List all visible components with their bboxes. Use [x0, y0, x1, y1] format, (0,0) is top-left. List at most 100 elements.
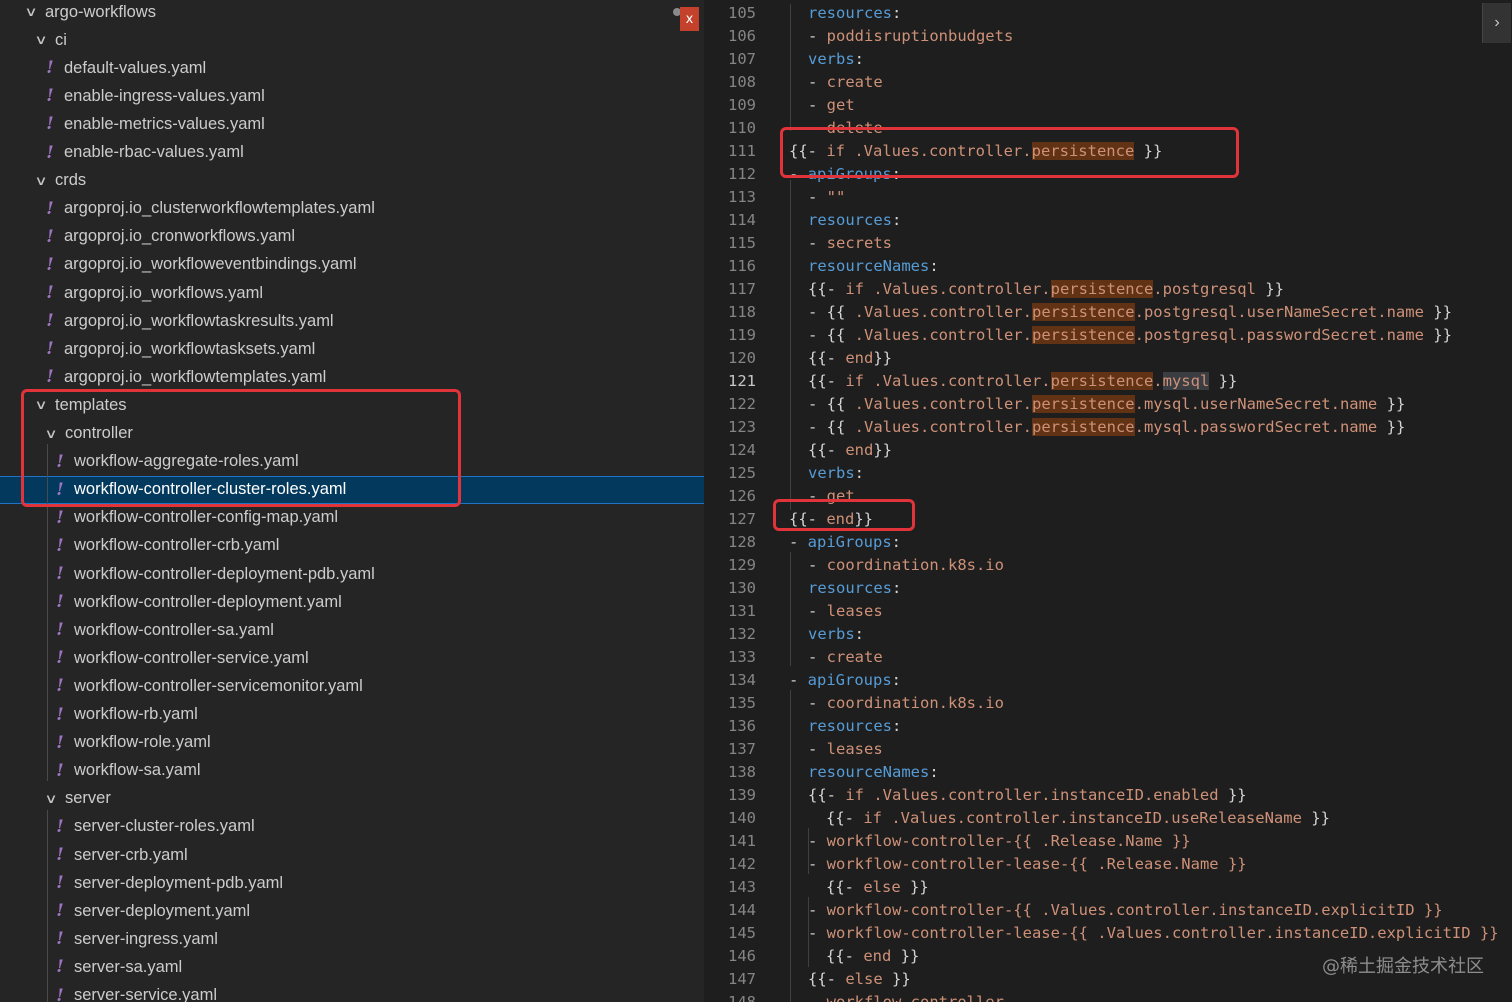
- code-line[interactable]: 139 {{- if .Values.controller.instanceID.…: [704, 783, 1512, 806]
- file-argoproj-io-cronworkflows-yaml[interactable]: ! argoproj.io_cronworkflows.yaml: [0, 223, 704, 251]
- code-token: -: [808, 900, 827, 919]
- code-text: - leases: [808, 602, 883, 620]
- code-line[interactable]: 148 - workflow-controller: [704, 990, 1512, 1002]
- line-number: 127: [728, 509, 756, 528]
- code-token: secrets: [826, 233, 892, 252]
- close-badge[interactable]: x: [680, 7, 699, 31]
- scroll-right-button[interactable]: ›: [1482, 3, 1511, 43]
- code-line[interactable]: 126 - get: [704, 484, 1512, 507]
- file-workflow-controller-deployment-pdb-yaml[interactable]: ! workflow-controller-deployment-pdb.yaml: [0, 560, 704, 588]
- code-line[interactable]: 143 {{- else }}: [704, 875, 1512, 898]
- code-text: - "": [808, 188, 845, 206]
- yaml-file-icon: !: [56, 901, 64, 922]
- file-argoproj-io-workfloweventbindings-yaml[interactable]: ! argoproj.io_workfloweventbindings.yaml: [0, 251, 704, 279]
- code-line[interactable]: 124 {{- end}}: [704, 438, 1512, 461]
- file-argoproj-io-clusterworkflowtemplates-yaml[interactable]: ! argoproj.io_clusterworkflowtemplates.ya…: [0, 195, 704, 223]
- code-token: :: [891, 670, 902, 689]
- code-line[interactable]: 122 - {{ .Values.controller.persistence.m…: [704, 392, 1512, 415]
- file-argoproj-io-workflows-yaml[interactable]: ! argoproj.io_workflows.yaml: [0, 279, 704, 307]
- code-line[interactable]: 105 resources:: [704, 1, 1512, 24]
- code-token: .Values.controller.: [854, 325, 1032, 344]
- code-line[interactable]: 107 verbs:: [704, 47, 1512, 70]
- code-text: - delete: [808, 119, 883, 137]
- code-line[interactable]: 127 {{- end}}: [704, 507, 1512, 530]
- file-server-ingress-yaml[interactable]: ! server-ingress.yaml: [0, 925, 704, 953]
- file-argoproj-io-workflowtemplates-yaml[interactable]: ! argoproj.io_workflowtemplates.yaml: [0, 363, 704, 391]
- file-workflow-controller-servicemonitor-yaml[interactable]: ! workflow-controller-servicemonitor.yaml: [0, 672, 704, 700]
- code-line[interactable]: 137 - leases: [704, 737, 1512, 760]
- code-line[interactable]: 132 verbs:: [704, 622, 1512, 645]
- file-workflow-controller-service-yaml[interactable]: ! workflow-controller-service.yaml: [0, 644, 704, 672]
- code-line[interactable]: 128 - apiGroups:: [704, 530, 1512, 553]
- code-token: -: [789, 164, 808, 183]
- code-line[interactable]: 141 - workflow-controller-{{ .Release.Nam…: [704, 829, 1512, 852]
- code-line[interactable]: 109 - get: [704, 93, 1512, 116]
- code-line[interactable]: 120 {{- end}}: [704, 346, 1512, 369]
- code-line[interactable]: 117 {{- if .Values.controller.persistence…: [704, 277, 1512, 300]
- code-text: resources:: [808, 717, 901, 735]
- code-editor[interactable]: 105 resources: 106- poddisruptionbudgets 10…: [704, 0, 1512, 1002]
- file-workflow-rb-yaml[interactable]: ! workflow-rb.yaml: [0, 701, 704, 729]
- folder-ci[interactable]: ∨ ci: [0, 26, 704, 54]
- file-server-crb-yaml[interactable]: ! server-crb.yaml: [0, 841, 704, 869]
- code-line[interactable]: 113 - "": [704, 185, 1512, 208]
- code-line[interactable]: 129 - coordination.k8s.io: [704, 553, 1512, 576]
- code-text: verbs:: [808, 625, 864, 643]
- folder-crds[interactable]: ∨ crds: [0, 167, 704, 195]
- file-argoproj-io-workflowtasksets-yaml[interactable]: ! argoproj.io_workflowtasksets.yaml: [0, 335, 704, 363]
- code-line[interactable]: 123 - {{ .Values.controller.persistence.m…: [704, 415, 1512, 438]
- folder-templates[interactable]: ∨ templates: [0, 391, 704, 419]
- chevron-down-icon: ∨: [34, 397, 48, 413]
- file-workflow-aggregate-roles-yaml[interactable]: ! workflow-aggregate-roles.yaml: [0, 448, 704, 476]
- code-line[interactable]: 115 - secrets: [704, 231, 1512, 254]
- code-token: "": [826, 187, 846, 206]
- code-line[interactable]: 121 {{- if .Values.controller.persistence…: [704, 369, 1512, 392]
- code-line[interactable]: 133 - create: [704, 645, 1512, 668]
- code-line[interactable]: 142 - workflow-controller-lease-{{ .Relea…: [704, 852, 1512, 875]
- file-default-values-yaml[interactable]: ! default-values.yaml: [0, 54, 704, 82]
- code-line[interactable]: 131 - leases: [704, 599, 1512, 622]
- code-line[interactable]: 144 - workflow-controller-{{ .Values.cont…: [704, 898, 1512, 921]
- file-workflow-controller-sa-yaml[interactable]: ! workflow-controller-sa.yaml: [0, 616, 704, 644]
- code-line[interactable]: 145 - workflow-controller-lease-{{ .Value…: [704, 921, 1512, 944]
- code-line[interactable]: 108 - create: [704, 70, 1512, 93]
- code-line[interactable]: 116 resourceNames:: [704, 254, 1512, 277]
- file-enable-metrics-values-yaml[interactable]: ! enable-metrics-values.yaml: [0, 110, 704, 138]
- code-line[interactable]: 125 verbs:: [704, 461, 1512, 484]
- code-token: if .Values.controller.: [845, 371, 1051, 390]
- code-line[interactable]: 134 - apiGroups:: [704, 668, 1512, 691]
- code-line[interactable]: 112 - apiGroups:: [704, 162, 1512, 185]
- file-workflow-sa-yaml[interactable]: ! workflow-sa.yaml: [0, 757, 704, 785]
- code-line[interactable]: 135 - coordination.k8s.io: [704, 691, 1512, 714]
- file-argoproj-io-workflowtaskresults-yaml[interactable]: ! argoproj.io_workflowtaskresults.yaml: [0, 307, 704, 335]
- code-line[interactable]: 140 {{- if .Values.controller.instanceID.…: [704, 806, 1512, 829]
- code-line[interactable]: 138 resourceNames:: [704, 760, 1512, 783]
- code-line[interactable]: 114 resources:: [704, 208, 1512, 231]
- file-server-sa-yaml[interactable]: ! server-sa.yaml: [0, 953, 704, 981]
- code-line[interactable]: 130 resources:: [704, 576, 1512, 599]
- code-line[interactable]: 111 {{- if .Values.controller.persistence…: [704, 139, 1512, 162]
- file-workflow-controller-cluster-roles-yaml[interactable]: ! workflow-controller-cluster-roles.yaml: [0, 475, 704, 504]
- folder-controller[interactable]: ∨ controller: [0, 420, 704, 448]
- code-line[interactable]: 118 - {{ .Values.controller.persistence.p…: [704, 300, 1512, 323]
- file-workflow-controller-config-map-yaml[interactable]: ! workflow-controller-config-map.yaml: [0, 504, 704, 532]
- file-enable-rbac-values-yaml[interactable]: ! enable-rbac-values.yaml: [0, 139, 704, 167]
- code-token: {{-: [826, 877, 864, 896]
- file-server-cluster-roles-yaml[interactable]: ! server-cluster-roles.yaml: [0, 813, 704, 841]
- tree-item-label: server-sa.yaml: [74, 957, 183, 976]
- yaml-file-icon: !: [56, 873, 64, 894]
- code-line[interactable]: 106 - poddisruptionbudgets: [704, 24, 1512, 47]
- file-workflow-role-yaml[interactable]: ! workflow-role.yaml: [0, 729, 704, 757]
- code-token: end: [863, 946, 892, 965]
- folder-server[interactable]: ∨ server: [0, 785, 704, 813]
- code-line[interactable]: 136 resources:: [704, 714, 1512, 737]
- file-server-service-yaml[interactable]: ! server-service.yaml: [0, 982, 704, 1002]
- file-enable-ingress-values-yaml[interactable]: ! enable-ingress-values.yaml: [0, 82, 704, 110]
- file-server-deployment-pdb-yaml[interactable]: ! server-deployment-pdb.yaml: [0, 869, 704, 897]
- file-server-deployment-yaml[interactable]: ! server-deployment.yaml: [0, 897, 704, 925]
- file-workflow-controller-crb-yaml[interactable]: ! workflow-controller-crb.yaml: [0, 532, 704, 560]
- code-line[interactable]: 110 - delete: [704, 116, 1512, 139]
- folder-argo-workflows[interactable]: ∨ argo-workflows: [0, 0, 704, 26]
- file-workflow-controller-deployment-yaml[interactable]: ! workflow-controller-deployment.yaml: [0, 588, 704, 616]
- code-line[interactable]: 119 - {{ .Values.controller.persistence.p…: [704, 323, 1512, 346]
